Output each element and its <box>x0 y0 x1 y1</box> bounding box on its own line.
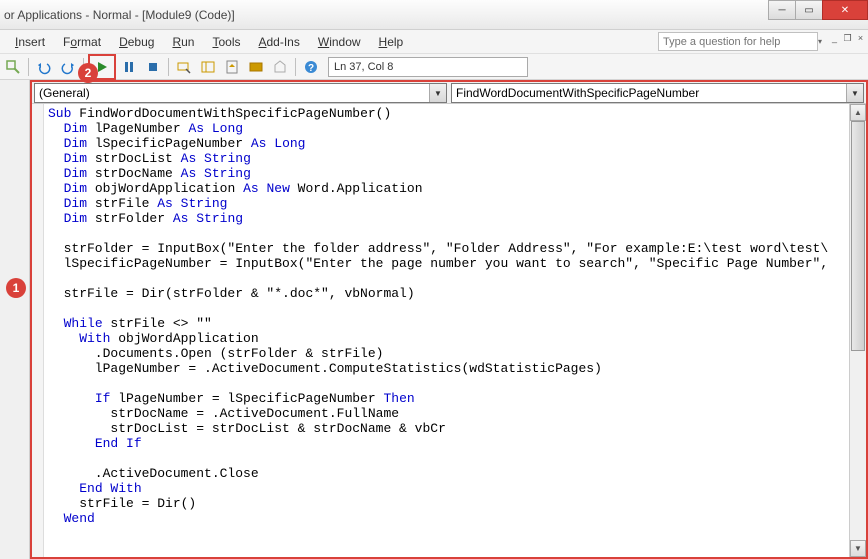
svg-text:?: ? <box>308 63 314 74</box>
mdi-restore-button[interactable]: ❐ <box>842 33 853 44</box>
menu-addins[interactable]: Add-Ins <box>249 32 308 52</box>
titlebar: or Applications - Normal - [Module9 (Cod… <box>0 0 868 30</box>
design-mode-icon[interactable] <box>173 56 195 78</box>
menu-help[interactable]: Help <box>370 32 413 52</box>
toolbox-icon[interactable] <box>269 56 291 78</box>
mdi-minimize-button[interactable]: _ <box>829 33 840 44</box>
menu-format[interactable]: Format <box>54 32 110 52</box>
mdi-close-button[interactable]: × <box>855 33 866 44</box>
menu-debug[interactable]: Debug <box>110 32 163 52</box>
window-title: or Applications - Normal - [Module9 (Cod… <box>4 8 235 22</box>
toolbar-separator <box>28 58 29 76</box>
procedure-dropdown[interactable]: FindWordDocumentWithSpecificPageNumber ▼ <box>451 83 864 103</box>
left-gutter: 1 <box>0 80 30 559</box>
redo-icon[interactable] <box>57 56 79 78</box>
chevron-down-icon[interactable]: ▼ <box>846 84 863 102</box>
close-button[interactable]: ✕ <box>822 0 868 20</box>
find-icon[interactable] <box>2 56 24 78</box>
pause-icon[interactable] <box>118 56 140 78</box>
object-dropdown[interactable]: (General) ▼ <box>34 83 447 103</box>
object-browser-icon[interactable] <box>245 56 267 78</box>
menu-insert[interactable]: Insert <box>6 32 54 52</box>
vertical-scrollbar[interactable]: ▲ ▼ <box>849 104 866 557</box>
content-area: 1 (General) ▼ FindWordDocumentWithSpecif… <box>0 80 868 559</box>
properties-icon[interactable] <box>221 56 243 78</box>
stop-icon[interactable] <box>142 56 164 78</box>
toolbar: 2 ? <box>0 54 868 80</box>
annotation-badge-2: 2 <box>78 63 98 83</box>
window-controls: ─ ▭ ✕ <box>769 0 868 20</box>
scroll-up-icon[interactable]: ▲ <box>850 104 866 121</box>
minimize-button[interactable]: ─ <box>768 0 796 20</box>
scrollbar-thumb[interactable] <box>851 121 865 351</box>
help-icon[interactable]: ? <box>300 56 322 78</box>
undo-icon[interactable] <box>33 56 55 78</box>
project-explorer-icon[interactable] <box>197 56 219 78</box>
cursor-position-field[interactable] <box>328 57 528 77</box>
toolbar-separator <box>295 58 296 76</box>
menubar: Insert Format Debug Run Tools Add-Ins Wi… <box>0 30 868 54</box>
code-editor[interactable]: Sub FindWordDocumentWithSpecificPageNumb… <box>32 104 866 557</box>
scroll-down-icon[interactable]: ▼ <box>850 540 866 557</box>
dropdown-row: (General) ▼ FindWordDocumentWithSpecific… <box>32 82 866 104</box>
menu-window[interactable]: Window <box>309 32 370 52</box>
object-dropdown-label: (General) <box>39 86 90 100</box>
help-dropdown-icon[interactable]: ▾ <box>818 32 828 51</box>
maximize-button[interactable]: ▭ <box>795 0 823 20</box>
menu-run[interactable]: Run <box>163 32 203 52</box>
toolbar-separator <box>168 58 169 76</box>
code-pane: (General) ▼ FindWordDocumentWithSpecific… <box>30 80 868 559</box>
code-text[interactable]: Sub FindWordDocumentWithSpecificPageNumb… <box>32 104 866 528</box>
menu-tools[interactable]: Tools <box>203 32 249 52</box>
code-margin <box>32 104 44 557</box>
mdi-controls: _ ❐ × <box>829 33 866 44</box>
annotation-badge-1: 1 <box>6 278 26 298</box>
help-search-input[interactable] <box>658 32 818 51</box>
procedure-dropdown-label: FindWordDocumentWithSpecificPageNumber <box>456 86 699 100</box>
chevron-down-icon[interactable]: ▼ <box>429 84 446 102</box>
